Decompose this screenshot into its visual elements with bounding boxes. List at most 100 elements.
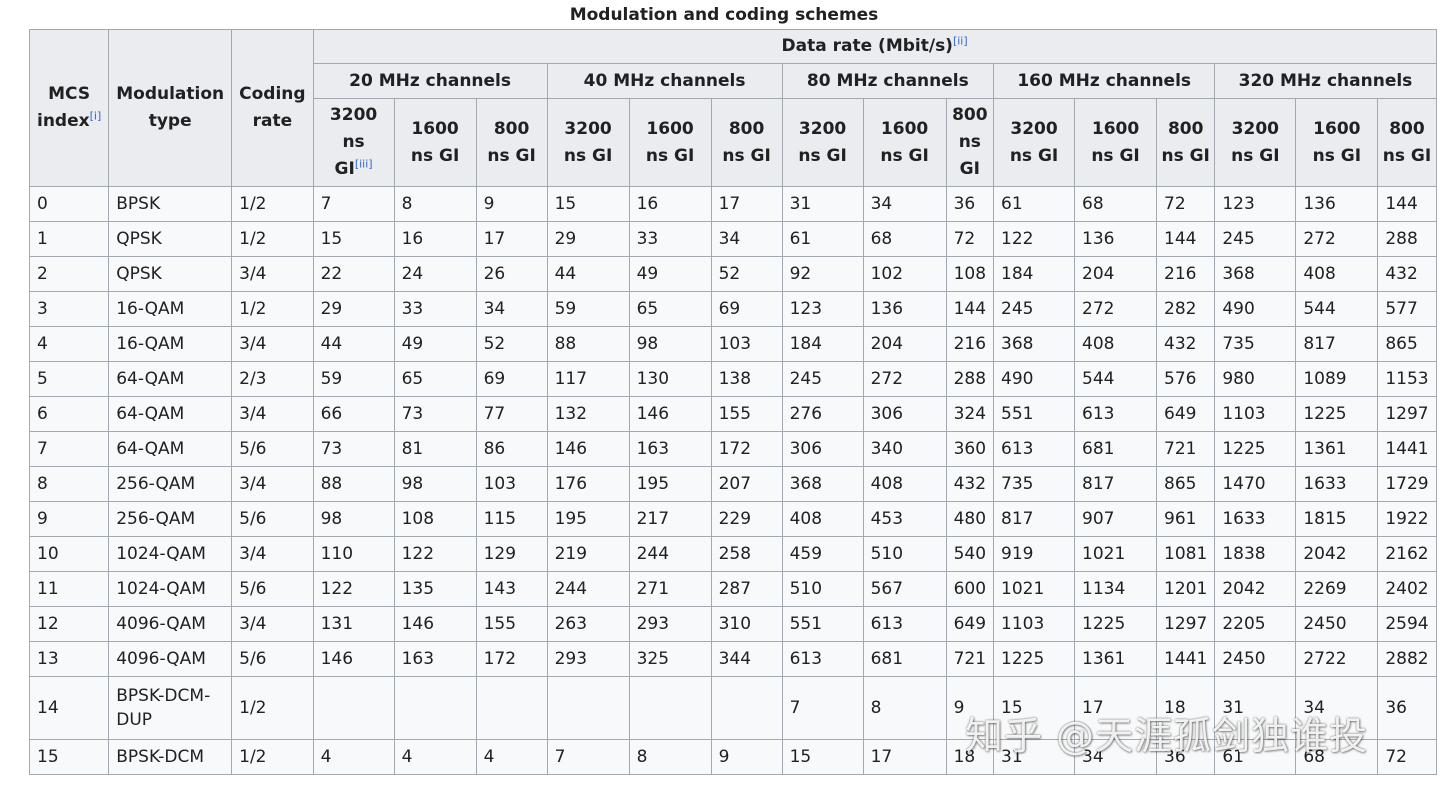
data-rate-cell: 122 bbox=[312, 571, 395, 607]
data-rate-cell: 258 bbox=[710, 536, 783, 572]
data-rate-cell: 567 bbox=[862, 571, 947, 607]
data-rate-cell: 72 bbox=[945, 221, 995, 257]
data-rate-cell: 613 bbox=[781, 641, 864, 677]
data-rate-cell: 69 bbox=[710, 291, 783, 327]
coding-rate-cell: 1/2 bbox=[231, 291, 314, 327]
data-rate-cell: 122 bbox=[393, 536, 477, 572]
data-rate-cell: 325 bbox=[628, 641, 712, 677]
data-rate-cell: 551 bbox=[781, 606, 864, 642]
data-rate-cell: 207 bbox=[710, 466, 783, 502]
modulation-cell: QPSK bbox=[108, 256, 233, 292]
table-row: 7 64-QAM 5/6 73 81 86 146 163 172 306 340 360 613 681… bbox=[28, 431, 1437, 467]
data-rate-cell: 1225 bbox=[1295, 396, 1379, 432]
data-rate-cell: 195 bbox=[546, 501, 630, 537]
data-rate-cell: 432 bbox=[1156, 326, 1216, 362]
data-rate-cell: 155 bbox=[710, 396, 783, 432]
data-rate-cell: 131 bbox=[312, 606, 395, 642]
data-rate-cell: 33 bbox=[393, 291, 477, 327]
data-rate-cell: 59 bbox=[312, 361, 395, 397]
data-rate-cell: 34 bbox=[475, 291, 548, 327]
mcs-index-cell: 15 bbox=[28, 739, 110, 775]
data-rate-cell: 103 bbox=[475, 466, 548, 502]
data-rate-cell: 613 bbox=[862, 606, 947, 642]
data-rate-cell: 136 bbox=[862, 291, 947, 327]
data-rate-cell: 49 bbox=[628, 256, 712, 292]
gi-800-header: 800 ns GI bbox=[1156, 98, 1216, 187]
gi-800-header: 800 ns GI bbox=[710, 98, 783, 187]
data-rate-cell: 33 bbox=[628, 221, 712, 257]
data-rate-cell: 865 bbox=[1377, 326, 1437, 362]
data-rate-cell: 146 bbox=[312, 641, 395, 677]
data-rate-cell: 123 bbox=[1214, 186, 1297, 222]
mcs-index-note-link[interactable]: [i] bbox=[90, 109, 102, 122]
data-rate-cell: 8 bbox=[393, 186, 477, 222]
data-rate-cell: 138 bbox=[710, 361, 783, 397]
coding-rate-cell: 5/6 bbox=[231, 501, 314, 537]
data-rate-cell: 68 bbox=[862, 221, 947, 257]
data-rate-cell: 459 bbox=[781, 536, 864, 572]
data-rate-cell: 143 bbox=[475, 571, 548, 607]
data-rate-cell: 4 bbox=[475, 739, 548, 775]
coding-rate-header: Coding rate bbox=[231, 29, 314, 187]
data-rate-cell: 244 bbox=[546, 571, 630, 607]
data-rate-cell: 110 bbox=[312, 536, 395, 572]
table-row: 13 4096-QAM 5/6 146 163 172 293 325 344 613 681 721… bbox=[28, 641, 1437, 677]
data-rate-cell: 408 bbox=[1074, 326, 1158, 362]
data-rate-cell: 1815 bbox=[1295, 501, 1379, 537]
data-rate-cell bbox=[546, 676, 630, 740]
gi-3200-note-link[interactable]: [iii] bbox=[355, 157, 373, 170]
data-rate-cell: 16 bbox=[393, 221, 477, 257]
data-rate-cell: 146 bbox=[393, 606, 477, 642]
data-rate-cell: 287 bbox=[710, 571, 783, 607]
data-rate-cell: 15 bbox=[546, 186, 630, 222]
data-rate-cell: 7 bbox=[312, 186, 395, 222]
gi-1600-header: 1600 ns GI bbox=[1295, 98, 1379, 187]
table-row: 5 64-QAM 2/3 59 65 69 117 130 138 245 272 288 490 544… bbox=[28, 361, 1437, 397]
data-rate-cell: 1225 bbox=[1214, 431, 1297, 467]
data-rate-cell: 490 bbox=[993, 361, 1076, 397]
data-rate-cell: 272 bbox=[1295, 221, 1379, 257]
mcs-index-label: MCS index bbox=[37, 84, 91, 131]
mcs-index-cell: 8 bbox=[28, 466, 110, 502]
data-rate-cell: 2450 bbox=[1214, 641, 1297, 677]
data-rate-cell: 2722 bbox=[1295, 641, 1379, 677]
data-rate-cell: 135 bbox=[393, 571, 477, 607]
data-rate-cell: 36 bbox=[945, 186, 995, 222]
data-rate-cell bbox=[312, 676, 395, 740]
modulation-cell: BPSK bbox=[108, 186, 233, 222]
data-rate-cell: 44 bbox=[546, 256, 630, 292]
data-rate-cell: 146 bbox=[628, 396, 712, 432]
data-rate-cell: 2402 bbox=[1377, 571, 1437, 607]
data-rate-cell: 52 bbox=[475, 326, 548, 362]
data-rate-cell: 245 bbox=[1214, 221, 1297, 257]
data-rate-cell: 122 bbox=[993, 221, 1076, 257]
data-rate-cell: 117 bbox=[546, 361, 630, 397]
data-rate-cell: 1633 bbox=[1214, 501, 1297, 537]
data-rate-cell: 271 bbox=[628, 571, 712, 607]
watermark: 知乎 @天涯孤剑独谁投 bbox=[965, 714, 1369, 758]
data-rate-cell: 310 bbox=[710, 606, 783, 642]
data-rate-cell: 817 bbox=[1074, 466, 1158, 502]
data-rate-cell: 229 bbox=[710, 501, 783, 537]
data-rate-cell: 8 bbox=[628, 739, 712, 775]
header-row-1: MCS index[i] Modulation type Coding rate… bbox=[28, 29, 1437, 187]
data-rate-cell bbox=[393, 676, 477, 740]
data-rate-cell: 9 bbox=[710, 739, 783, 775]
data-rate-cell: 219 bbox=[546, 536, 630, 572]
mcs-index-cell: 0 bbox=[28, 186, 110, 222]
modulation-cell: 16-QAM bbox=[108, 291, 233, 327]
data-rate-cell: 613 bbox=[1074, 396, 1158, 432]
data-rate-cell: 453 bbox=[862, 501, 947, 537]
data-rate-cell: 195 bbox=[628, 466, 712, 502]
data-rate-cell: 540 bbox=[945, 536, 995, 572]
data-rate-cell: 1729 bbox=[1377, 466, 1437, 502]
modulation-cell: 16-QAM bbox=[108, 326, 233, 362]
data-rate-cell: 263 bbox=[546, 606, 630, 642]
modulation-cell: 4096-QAM bbox=[108, 606, 233, 642]
data-rate-cell: 184 bbox=[993, 256, 1076, 292]
data-rate-note-link[interactable]: [ii] bbox=[953, 34, 968, 47]
data-rate-cell: 2882 bbox=[1377, 641, 1437, 677]
data-rate-cell: 4 bbox=[393, 739, 477, 775]
data-rate-cell: 1089 bbox=[1295, 361, 1379, 397]
data-rate-cell: 1103 bbox=[1214, 396, 1297, 432]
